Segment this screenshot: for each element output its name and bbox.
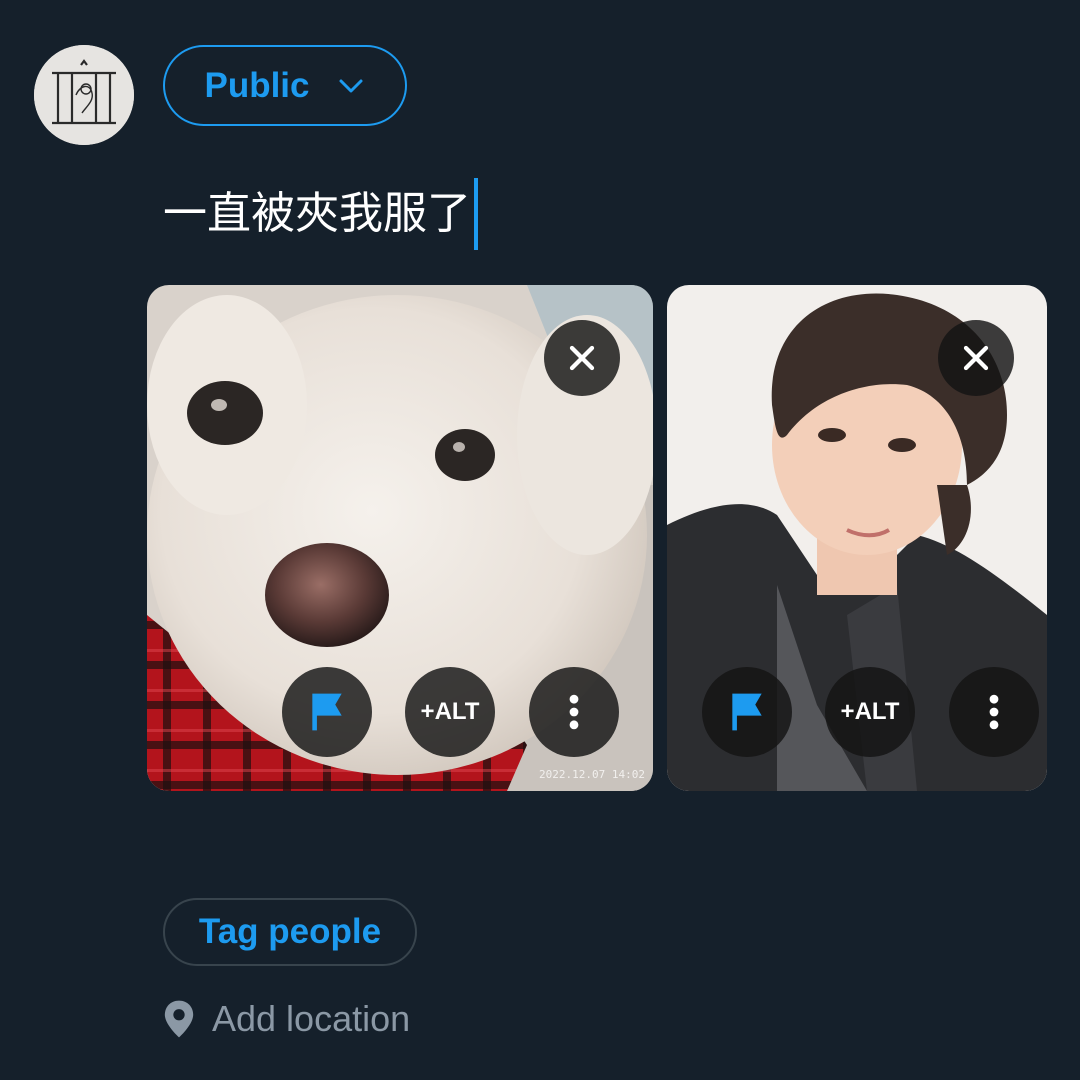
close-icon <box>569 345 595 371</box>
tag-people-button[interactable]: Tag people <box>163 898 417 966</box>
flag-icon <box>312 693 342 731</box>
compose-text: 一直被夾我服了 <box>163 188 471 239</box>
content-warning-button[interactable] <box>282 667 372 757</box>
remove-media-button[interactable] <box>544 320 620 396</box>
remove-media-button[interactable] <box>938 320 1014 396</box>
chevron-down-icon <box>339 79 363 92</box>
add-alt-text-button[interactable]: +ALT <box>825 667 915 757</box>
text-caret <box>474 178 478 250</box>
content-warning-button[interactable] <box>702 667 792 757</box>
location-pin-icon <box>164 1000 194 1038</box>
more-vertical-icon <box>989 694 999 730</box>
media-more-button[interactable] <box>949 667 1039 757</box>
add-location-label: Add location <box>212 998 411 1039</box>
media-more-button[interactable] <box>529 667 619 757</box>
photo-timestamp: 2022.12.07 14:02 <box>539 768 645 781</box>
flag-icon <box>732 693 762 731</box>
audience-selector-button[interactable]: Public <box>163 45 407 126</box>
add-alt-text-button[interactable]: +ALT <box>405 667 495 757</box>
more-vertical-icon <box>569 694 579 730</box>
media-attachment-1[interactable]: 2022.12.07 14:02 +ALT <box>147 285 653 791</box>
add-location-button[interactable]: Add location <box>162 998 410 1040</box>
avatar[interactable] <box>34 45 134 145</box>
close-icon <box>963 345 989 371</box>
alt-label: +ALT <box>420 698 480 725</box>
alt-label: +ALT <box>840 698 900 725</box>
audience-label: Public <box>204 65 310 105</box>
compose-text-input[interactable]: 一直被夾我服了 <box>163 178 478 250</box>
media-attachment-2[interactable]: +ALT <box>667 285 1047 791</box>
avatar-image <box>34 45 134 145</box>
tag-people-label: Tag people <box>198 912 382 951</box>
